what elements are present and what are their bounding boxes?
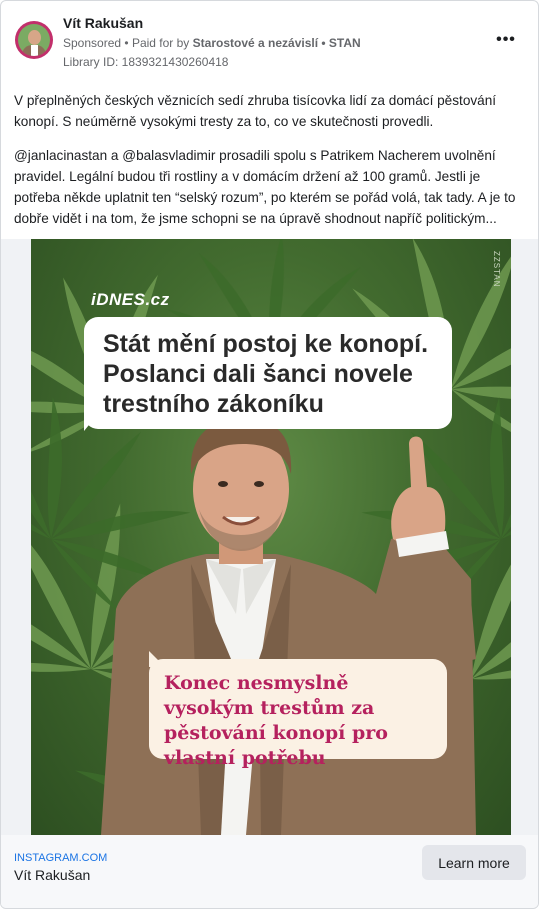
ad-image[interactable]: ZZSTAN iDNES.cz Stát mění postoj ke kono…	[31, 239, 511, 835]
more-horizontal-icon: •••	[496, 31, 516, 48]
ad-post-card: Vít Rakušan Sponsored • Paid for by Star…	[0, 0, 539, 909]
headline-text: Stát mění postoj ke konopí. Poslanci dal…	[103, 330, 429, 418]
author-name[interactable]: Vít Rakušan	[63, 15, 143, 31]
learn-more-button[interactable]: Learn more	[422, 845, 526, 880]
library-id: Library ID: 1839321430260418	[63, 55, 229, 69]
sponsored-line: Sponsored • Paid for by Starostové a nez…	[63, 36, 361, 50]
post-header: Vít Rakušan Sponsored • Paid for by Star…	[1, 1, 538, 81]
post-text: V přeplněných českých věznicích sedí zhr…	[14, 90, 528, 229]
ad-footer[interactable]: INSTAGRAM.COM Vít Rakušan Learn more	[1, 835, 538, 908]
avatar-photo	[18, 24, 50, 56]
sponsored-label: Sponsored	[63, 36, 122, 50]
link-title[interactable]: Vít Rakušan	[14, 867, 90, 883]
separator: •	[124, 36, 129, 50]
sponsor-name[interactable]: Starostové a nezávislí • STAN	[193, 36, 361, 50]
post-paragraph-1: V přeplněných českých věznicích sedí zhr…	[14, 93, 497, 129]
more-options-button[interactable]: •••	[494, 31, 518, 51]
post-paragraph-2: @janlacinastan a @balasvladimir prosadil…	[14, 148, 516, 226]
ad-media[interactable]: ZZSTAN iDNES.cz Stát mění postoj ke kono…	[1, 239, 538, 835]
avatar[interactable]	[15, 21, 53, 59]
paid-for-by-label: Paid for by	[131, 36, 190, 50]
quote-text: Konec nesmyslně vysokým trestům za pěsto…	[164, 672, 388, 769]
link-domain[interactable]: INSTAGRAM.COM	[14, 852, 107, 864]
